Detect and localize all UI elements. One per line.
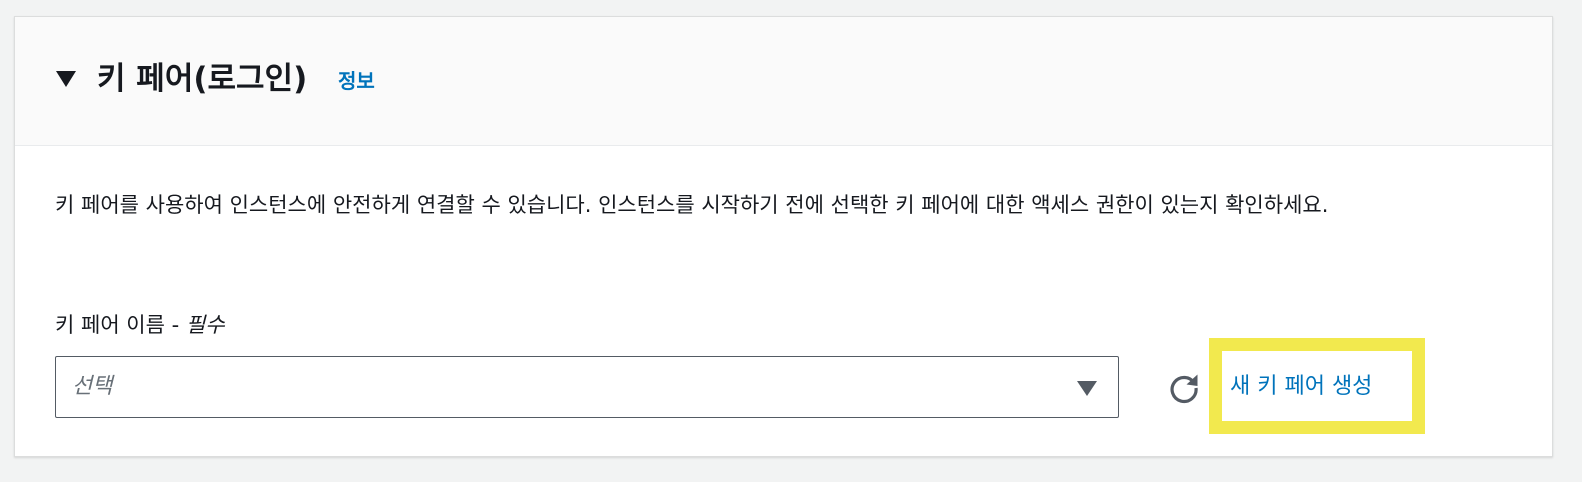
dropdown-caret-icon: [1077, 381, 1097, 396]
label-text: 키 페어 이름 -: [55, 313, 186, 337]
select-placeholder: 선택: [72, 374, 113, 399]
section-description: 키 페어를 사용하여 인스턴스에 안전하게 연결할 수 있습니다. 인스턴스를 …: [55, 193, 1329, 217]
caret-down-icon[interactable]: [55, 69, 77, 89]
create-new-key-pair-link[interactable]: 새 키 페어 생성: [1230, 369, 1372, 405]
key-pair-name-label: 키 페어 이름 - 필수: [55, 309, 225, 341]
refresh-icon[interactable]: [1167, 371, 1201, 405]
panel-header[interactable]: 키 페어(로그인) 정보: [15, 17, 1552, 146]
section-title[interactable]: 키 페어(로그인): [97, 55, 307, 103]
info-link[interactable]: 정보: [338, 67, 375, 95]
key-pair-select[interactable]: 선택: [55, 356, 1119, 418]
key-pair-panel: 키 페어(로그인) 정보 키 페어를 사용하여 인스턴스에 안전하게 연결할 수…: [14, 16, 1553, 457]
required-indicator: 필수: [185, 313, 225, 337]
